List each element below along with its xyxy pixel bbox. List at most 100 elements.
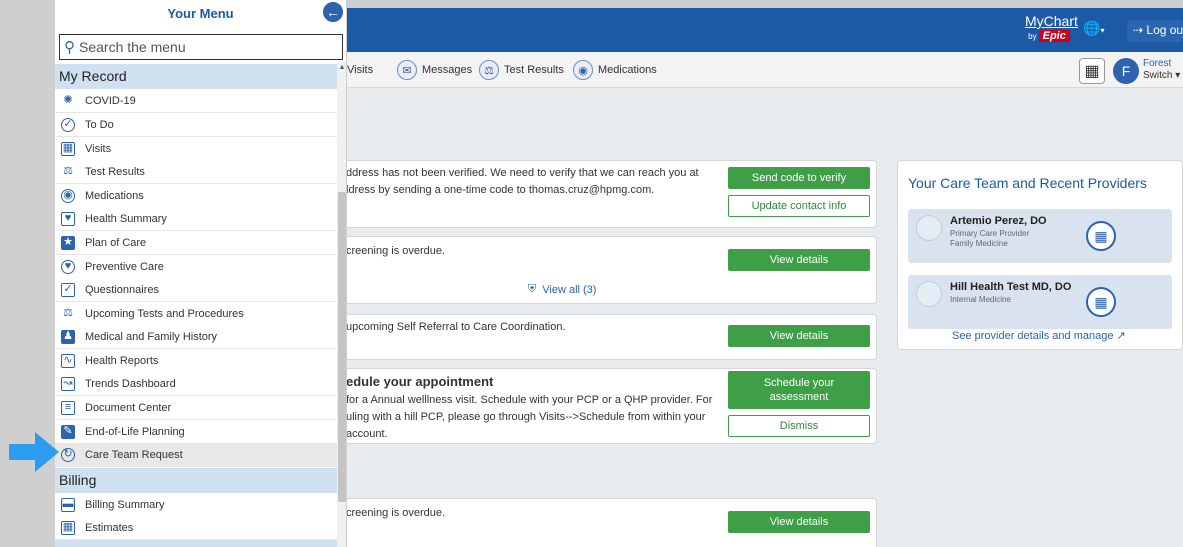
flask-icon: ⚖ — [479, 60, 499, 80]
menu-item-to-do[interactable]: ✓ To Do — [55, 113, 337, 137]
scrollbar-thumb[interactable] — [338, 192, 346, 502]
view-details-button[interactable]: View details — [728, 511, 870, 533]
user-switcher[interactable]: Forest Switch ▾ — [1143, 58, 1183, 82]
shield-icon: ⛨ — [528, 283, 537, 295]
mychart-logo[interactable]: MyChart by Epic — [1025, 14, 1078, 46]
shield-icon: ♥ — [61, 259, 75, 274]
credit-card-icon: ▬ — [61, 497, 75, 512]
provider-photo — [916, 215, 942, 241]
schedule-assessment-button[interactable]: Schedule your assessment — [728, 371, 870, 409]
health-report-icon: ∿ — [61, 353, 75, 368]
nav-medications-label: Medications — [598, 64, 657, 76]
scroll-up-arrow-icon[interactable]: ▲ — [337, 64, 346, 74]
provider-role: Primary Care Provider — [950, 229, 1030, 238]
menu-item-medications[interactable]: ◉ Medications — [55, 184, 337, 208]
menu-title: Your Menu — [167, 6, 234, 21]
logo-epic-text: Epic — [1038, 30, 1070, 42]
external-link-icon: ↗ — [1116, 330, 1126, 342]
schedule-calendar-icon[interactable]: ▦ — [1086, 221, 1116, 251]
nav-test-results[interactable]: ⚖ Test Results — [479, 60, 564, 80]
screening-text: creening is overdue. — [346, 507, 446, 519]
care-team-title: Your Care Team and Recent Providers — [908, 175, 1147, 191]
menu-panel: Your Menu ← ⚲ My Record ✺COVID-19 ✓To Do… — [55, 0, 347, 547]
search-input[interactable] — [79, 39, 319, 55]
virus-icon: ✺ — [63, 94, 73, 106]
logout-button[interactable]: ⇢ Log out — [1127, 20, 1183, 42]
view-all-label: View all (3) — [542, 283, 597, 296]
menu-item-questionnaires[interactable]: ✓ Questionnaires — [55, 278, 337, 302]
qr-code-icon: ▦ — [1084, 63, 1100, 80]
provider-name: Artemio Perez, DO — [950, 215, 1047, 227]
screening-text: creening is overdue. — [346, 245, 446, 257]
provider-photo — [916, 281, 942, 307]
care-team-card: Your Care Team and Recent Providers Arte… — [897, 160, 1183, 350]
globe-icon: 🌐 — [1083, 20, 1101, 36]
qr-code-button[interactable]: ▦ — [1079, 58, 1105, 84]
menu-item-upcoming-tests[interactable]: ⚖ Upcoming Tests and Procedures — [55, 302, 337, 326]
nav-visits[interactable]: Visits — [347, 60, 373, 80]
provider-card[interactable]: Artemio Perez, DO Primary Care Provider … — [908, 209, 1172, 263]
view-details-button[interactable]: View details — [728, 249, 870, 271]
menu-item-covid-19[interactable]: ✺ COVID-19 — [55, 89, 337, 113]
referral-text: upcoming Self Referral to Care Coordinat… — [346, 321, 566, 333]
verify-email-card: ddress has not been verified. We need to… — [315, 160, 877, 228]
referral-card: upcoming Self Referral to Care Coordinat… — [315, 314, 877, 360]
checkmark-circle-icon: ✓ — [61, 117, 75, 132]
see-provider-details-link[interactable]: See provider details and manage ↗ — [952, 329, 1126, 342]
menu-item-health-summary[interactable]: ♥ Health Summary — [55, 207, 337, 231]
chevron-down-icon: ▾ — [1175, 70, 1181, 81]
language-globe-button[interactable]: 🌐▾ — [1083, 20, 1113, 42]
menu-item-trends-dashboard[interactable]: ↝ Trends Dashboard — [55, 372, 337, 396]
menu-item-document-center[interactable]: ≡ Document Center — [55, 396, 337, 420]
provider-name: Hill Health Test MD, DO — [950, 281, 1072, 293]
avatar[interactable]: F — [1113, 58, 1139, 84]
menu-item-health-reports[interactable]: ∿ Health Reports — [55, 349, 337, 373]
close-menu-button[interactable]: ← — [321, 0, 345, 24]
calculator-icon: ▦ — [61, 520, 75, 535]
search-icon: ⚲ — [64, 39, 75, 56]
nav-messages[interactable]: ✉ Messages — [397, 60, 472, 80]
update-contact-button[interactable]: Update contact info — [728, 195, 870, 217]
heart-document-icon: ♥ — [61, 211, 75, 226]
schedule-card: edule your appointment for a Annual well… — [315, 368, 877, 444]
schedule-calendar-icon[interactable]: ▦ — [1086, 287, 1116, 317]
menu-search[interactable]: ⚲ — [59, 34, 343, 60]
menu-item-estimates[interactable]: ▦ Estimates — [55, 516, 337, 540]
section-header-billing: Billing — [55, 468, 337, 493]
pills-icon: ◉ — [61, 188, 75, 203]
nav-medications[interactable]: ◉ Medications — [573, 60, 657, 80]
schedule-text: edule your appointment for a Annual well… — [346, 374, 713, 440]
menu-item-billing-summary[interactable]: ▬ Billing Summary — [55, 493, 337, 517]
provider-card[interactable]: Hill Health Test MD, DO Internal Medicin… — [908, 275, 1172, 329]
envelope-icon: ✉ — [397, 60, 417, 80]
provider-role: Internal Medicine — [950, 295, 1011, 304]
chevron-down-icon: ▾ — [1100, 26, 1105, 35]
dismiss-button[interactable]: Dismiss — [728, 415, 870, 437]
view-details-button[interactable]: View details — [728, 325, 870, 347]
send-code-button[interactable]: Send code to verify — [728, 167, 870, 189]
menu-item-visits[interactable]: ▦ Visits — [55, 137, 337, 161]
logout-icon: ⇢ — [1133, 23, 1144, 37]
document-icon: ≡ — [61, 400, 75, 415]
menu-item-test-results[interactable]: ⚖ Test Results — [55, 160, 337, 184]
logout-label: Log out — [1146, 23, 1183, 37]
menu-item-care-team-request[interactable]: ↻ Care Team Request — [55, 443, 337, 467]
provider-department: Family Medicine — [950, 239, 1008, 248]
plan-of-care-icon: ★ — [61, 235, 75, 250]
schedule-title: edule your appointment — [346, 374, 494, 389]
menu-item-medical-family-history[interactable]: ♟ Medical and Family History — [55, 325, 337, 349]
screening-card: creening is overdue. View details ⛨ View … — [315, 236, 877, 304]
menu-item-preventive-care[interactable]: ♥ Preventive Care — [55, 255, 337, 279]
clipboard-icon: ✓ — [61, 282, 75, 297]
nav-messages-label: Messages — [422, 64, 473, 76]
screening-card-2: creening is overdue. View details — [315, 498, 877, 547]
end-of-life-icon: ✎ — [61, 424, 75, 439]
nav-visits-label: Visits — [347, 64, 374, 76]
view-all-link[interactable]: ⛨ View all (3) — [528, 283, 596, 296]
verify-email-text: ddress has not been verified. We need to… — [346, 167, 699, 196]
menu-scrollbar[interactable]: ▲ — [337, 62, 346, 547]
menu-item-end-of-life-planning[interactable]: ✎ End-of-Life Planning — [55, 420, 337, 444]
menu-next-section-header — [55, 540, 337, 547]
switch-label: Switch — [1143, 70, 1173, 81]
menu-item-plan-of-care[interactable]: ★ Plan of Care — [55, 231, 337, 255]
